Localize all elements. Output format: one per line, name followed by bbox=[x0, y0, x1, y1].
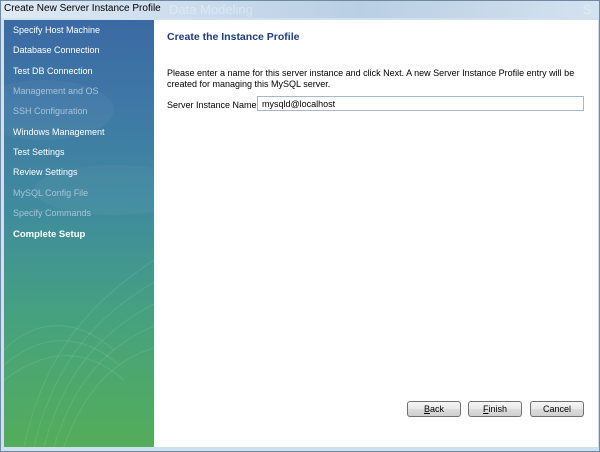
background-window-text: Data Modeling bbox=[169, 2, 253, 17]
sidebar-item-specify-commands: Specify Commands bbox=[13, 208, 92, 218]
server-instance-name-input[interactable] bbox=[257, 96, 584, 111]
cancel-button-label: Cancel bbox=[542, 404, 571, 414]
wizard-steps-sidebar: Specify Host Machine Database Connection… bbox=[4, 20, 154, 447]
finish-button[interactable]: Finish bbox=[468, 401, 522, 417]
wizard-content-panel: Create the Instance Profile Please enter… bbox=[154, 20, 598, 447]
page-description: Please enter a name for this server inst… bbox=[167, 68, 575, 89]
sidebar-item-test-db-connection: Test DB Connection bbox=[13, 66, 93, 76]
sidebar-item-complete-setup: Complete Setup bbox=[13, 229, 86, 240]
background-window-text-right: S bbox=[583, 2, 592, 17]
title-bar[interactable]: Create New Server Instance Profile Data … bbox=[1, 1, 599, 18]
back-button-label: ack bbox=[430, 404, 445, 414]
sidebar-item-review-settings: Review Settings bbox=[13, 167, 78, 177]
back-button[interactable]: Back bbox=[407, 401, 461, 417]
window-title: Create New Server Instance Profile bbox=[4, 3, 161, 14]
sidebar-item-windows-management: Windows Management bbox=[13, 127, 105, 137]
sidebar-item-database-connection: Database Connection bbox=[13, 45, 100, 55]
sidebar-item-mysql-config-file: MySQL Config File bbox=[13, 188, 89, 198]
cancel-button[interactable]: Cancel bbox=[530, 401, 584, 417]
sidebar-item-specify-host-machine: Specify Host Machine bbox=[13, 25, 101, 35]
finish-button-label: inish bbox=[488, 404, 507, 414]
sidebar-item-ssh-configuration: SSH Configuration bbox=[13, 106, 88, 116]
wizard-window: Create New Server Instance Profile Data … bbox=[0, 0, 600, 452]
page-title: Create the Instance Profile bbox=[167, 31, 300, 43]
server-instance-name-label: Server Instance Name: bbox=[167, 100, 260, 110]
sidebar-item-test-settings: Test Settings bbox=[13, 147, 65, 157]
sidebar-item-management-and-os: Management and OS bbox=[13, 86, 99, 96]
